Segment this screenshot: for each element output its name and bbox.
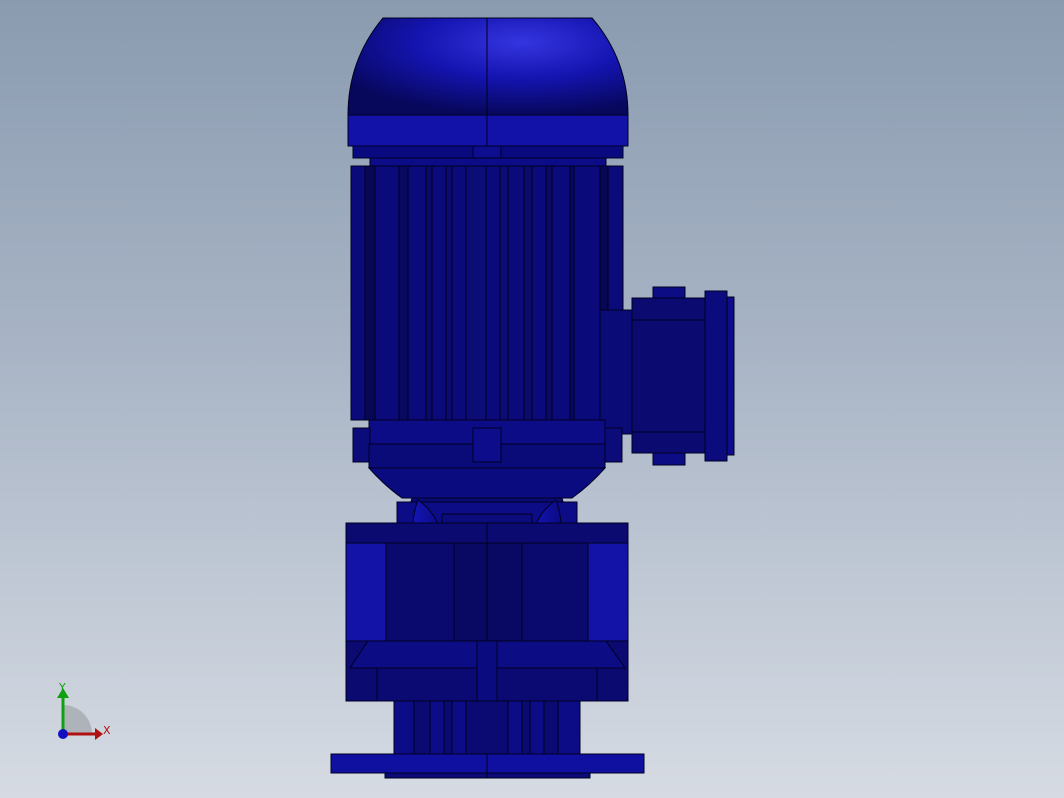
fan-cover xyxy=(347,17,629,147)
mounting-base-plate xyxy=(330,753,645,779)
output-shaft-housing xyxy=(393,700,581,755)
gear-motor-model[interactable] xyxy=(0,0,1064,798)
motor-body xyxy=(350,165,624,421)
graphics-viewport[interactable]: Y X xyxy=(0,0,1064,798)
gearbox-housing xyxy=(345,522,629,718)
motor-bottom-flange xyxy=(352,419,623,499)
motor-top-flange xyxy=(352,145,624,168)
